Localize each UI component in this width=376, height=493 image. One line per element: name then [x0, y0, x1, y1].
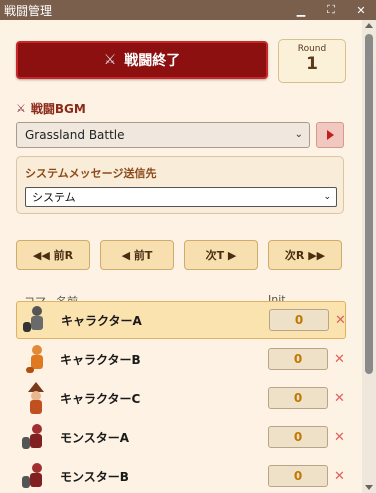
chevron-down-icon: ⌄ — [294, 129, 303, 140]
bgm-heading: ⚔ 戦闘BGM — [16, 100, 86, 117]
play-icon — [326, 130, 334, 140]
end-battle-button[interactable]: ⚔ 戦闘終了 — [16, 41, 268, 79]
bgm-selected-value: Grassland Battle — [25, 128, 125, 142]
warrior-sprite-icon — [20, 421, 52, 453]
message-target-value: システム — [32, 191, 76, 204]
bgm-select[interactable]: Grassland Battle ⌄ — [16, 122, 310, 148]
battle-panel: ⚔ 戦闘終了 Round 1 ⚔ 戦闘BGM Grassland Battle … — [0, 20, 362, 493]
chevron-down-icon: ⌄ — [323, 192, 331, 202]
delete-icon[interactable]: ✕ — [334, 352, 345, 367]
init-value[interactable]: 0 — [269, 309, 329, 331]
table-row[interactable]: キャラクターC 0 ✕ — [16, 379, 346, 417]
table-row[interactable]: モンスターA 0 ✕ — [16, 418, 346, 456]
scroll-thumb[interactable] — [365, 34, 373, 374]
table-row[interactable]: キャラクターB 0 ✕ — [16, 340, 346, 378]
scroll-up-icon[interactable] — [365, 23, 373, 28]
round-counter: Round 1 — [278, 39, 346, 83]
round-label: Round — [297, 44, 327, 54]
vertical-scrollbar[interactable] — [362, 20, 376, 493]
delete-icon[interactable]: ✕ — [335, 313, 346, 328]
end-battle-label: 戦闘終了 — [124, 53, 181, 69]
dancer-sprite-icon — [20, 343, 52, 375]
next-round-button[interactable]: 次R ▶▶ — [268, 240, 342, 270]
round-value: 1 — [306, 54, 318, 74]
table-row[interactable]: モンスターB 0 ✕ — [16, 457, 346, 493]
delete-icon[interactable]: ✕ — [334, 430, 345, 445]
init-value[interactable]: 0 — [268, 348, 328, 370]
delete-icon[interactable]: ✕ — [334, 391, 345, 406]
message-target-label: システムメッセージ送信先 — [25, 167, 157, 180]
crossed-swords-icon: ⚔ — [103, 52, 117, 68]
message-target-select[interactable]: システム ⌄ — [25, 187, 337, 207]
prev-round-button[interactable]: ◀◀ 前R — [16, 240, 90, 270]
warrior-sprite-icon — [20, 460, 52, 492]
play-bgm-button[interactable] — [316, 122, 344, 148]
minimize-icon[interactable]: ▁ — [286, 0, 316, 20]
window-title: 戦闘管理 — [4, 3, 53, 18]
crossed-swords-icon: ⚔ — [16, 102, 26, 115]
scroll-down-icon[interactable] — [365, 485, 373, 490]
next-turn-button[interactable]: 次T ▶ — [184, 240, 258, 270]
init-value[interactable]: 0 — [268, 387, 328, 409]
knight-sprite-icon — [21, 304, 53, 336]
window-titlebar[interactable]: 戦闘管理 ▁ ⛶ ✕ — [0, 0, 376, 20]
table-row[interactable]: キャラクターA 0 ✕ — [16, 301, 346, 339]
close-icon[interactable]: ✕ — [346, 0, 376, 20]
mage-sprite-icon — [20, 382, 52, 414]
prev-turn-button[interactable]: ◀ 前T — [100, 240, 174, 270]
delete-icon[interactable]: ✕ — [334, 469, 345, 484]
maximize-icon[interactable]: ⛶ — [316, 0, 346, 20]
bgm-label: 戦闘BGM — [30, 102, 86, 116]
init-value[interactable]: 0 — [268, 465, 328, 487]
message-target-box: システムメッセージ送信先 システム ⌄ — [16, 156, 344, 214]
init-value[interactable]: 0 — [268, 426, 328, 448]
